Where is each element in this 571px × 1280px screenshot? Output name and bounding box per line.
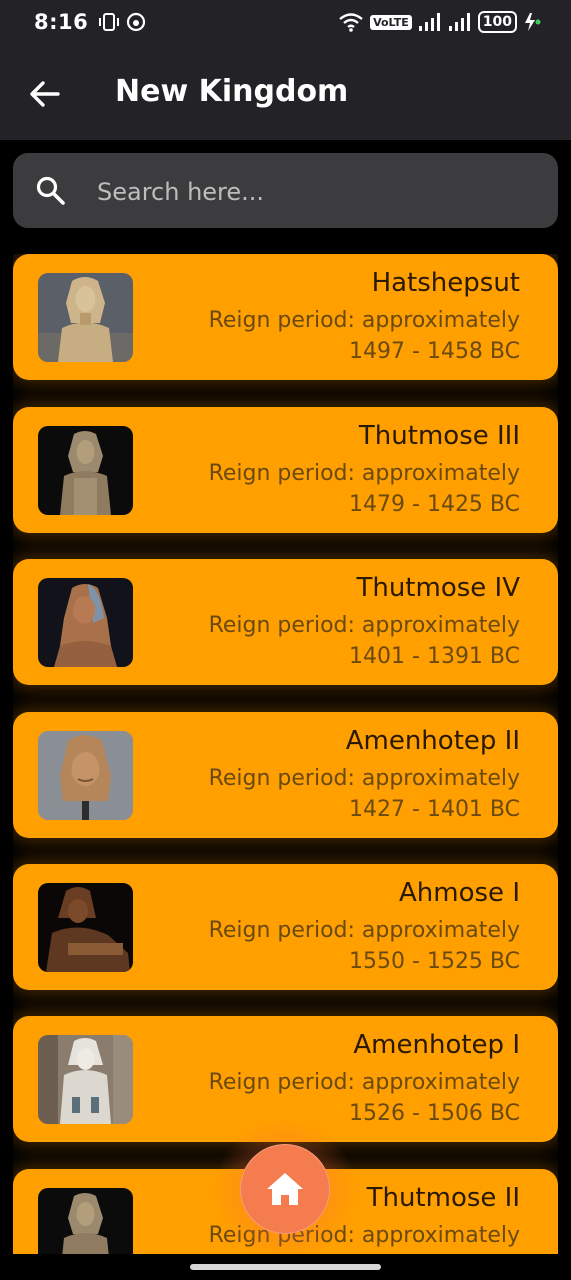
king-image xyxy=(38,578,133,667)
king-name: Amenhotep II xyxy=(345,726,520,756)
reign-years: 1427 - 1401 BC xyxy=(349,797,520,822)
signal-icon xyxy=(448,13,470,31)
king-card-thutmose-iii[interactable]: Thutmose III Reign period: approximately… xyxy=(13,407,558,533)
back-arrow-icon xyxy=(30,81,60,107)
king-name: Thutmose II xyxy=(366,1183,520,1213)
home-button[interactable] xyxy=(240,1144,330,1234)
king-name: Thutmose IV xyxy=(356,573,520,603)
search-icon xyxy=(36,176,65,205)
reign-years: 1497 - 1458 BC xyxy=(349,339,520,364)
king-card-thutmose-iv[interactable]: Thutmose IV Reign period: approximately … xyxy=(13,559,558,685)
king-image xyxy=(38,1188,133,1254)
search-input[interactable] xyxy=(95,153,539,230)
back-button[interactable] xyxy=(28,80,62,108)
king-card-amenhotep-i[interactable]: Amenhotep I Reign period: approximately … xyxy=(13,1016,558,1142)
page-title: New Kingdom xyxy=(115,74,349,109)
reign-label: Reign period: approximately xyxy=(208,766,520,791)
charging-icon xyxy=(525,13,541,31)
kings-list[interactable]: Hatshepsut Reign period: approximately 1… xyxy=(13,254,558,1254)
battery-icon: 100 xyxy=(477,11,517,33)
king-image xyxy=(38,883,133,972)
reign-label: Reign period: approximately xyxy=(208,308,520,333)
wifi-icon xyxy=(339,13,363,32)
king-image xyxy=(38,731,133,820)
king-name: Amenhotep I xyxy=(353,1030,520,1060)
reign-years: 1550 - 1525 BC xyxy=(349,949,520,974)
app-bar: New Kingdom xyxy=(0,44,571,140)
vibrate-icon xyxy=(99,13,120,31)
king-card-hatshepsut[interactable]: Hatshepsut Reign period: approximately 1… xyxy=(13,254,558,380)
king-image xyxy=(38,426,133,515)
search-bar[interactable] xyxy=(13,153,558,230)
reign-label: Reign period: approximately xyxy=(208,1223,520,1248)
king-name: Thutmose III xyxy=(358,421,520,451)
reign-label: Reign period: approximately xyxy=(208,918,520,943)
status-bar: 8:16 VoLTE 100 xyxy=(0,0,571,44)
reign-label: Reign period: approximately xyxy=(208,613,520,638)
reign-label: Reign period: approximately xyxy=(208,1070,520,1095)
king-name: Hatshepsut xyxy=(371,268,520,298)
signal-icon xyxy=(418,13,440,31)
status-time: 8:16 xyxy=(34,10,89,34)
volte-icon: VoLTE xyxy=(370,14,412,30)
notification-app-icon xyxy=(127,12,146,32)
reign-years: 1401 - 1391 BC xyxy=(349,644,520,669)
reign-years: 1526 - 1506 BC xyxy=(349,1101,520,1126)
king-image xyxy=(38,1035,133,1124)
reign-years: 1479 - 1425 BC xyxy=(349,492,520,517)
king-image xyxy=(38,273,133,362)
king-card-amenhotep-ii[interactable]: Amenhotep II Reign period: approximately… xyxy=(13,712,558,838)
home-icon xyxy=(267,1173,303,1205)
king-name: Ahmose I xyxy=(399,878,520,908)
gesture-handle[interactable] xyxy=(190,1264,381,1270)
reign-label: Reign period: approximately xyxy=(208,461,520,486)
king-card-ahmose-i[interactable]: Ahmose I Reign period: approximately 155… xyxy=(13,864,558,990)
